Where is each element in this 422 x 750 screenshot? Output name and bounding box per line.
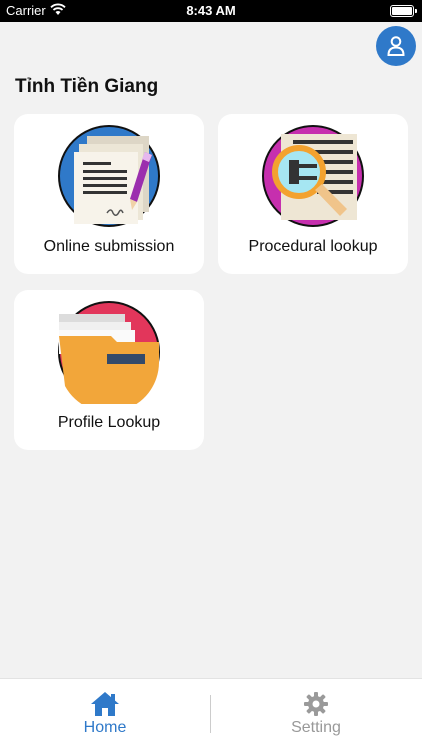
tab-setting[interactable]: Setting — [211, 679, 421, 750]
status-bar: Carrier 8:43 AM — [0, 0, 422, 22]
online-submission-card[interactable]: Online submission — [14, 114, 204, 274]
document-pen-icon — [58, 125, 160, 227]
battery-icon — [390, 5, 417, 17]
profile-lookup-label: Profile Lookup — [57, 414, 161, 431]
clock: 8:43 AM — [186, 3, 236, 18]
page-title: Tỉnh Tiền Giang — [15, 76, 159, 97]
gear-icon — [304, 692, 328, 716]
procedural-lookup-label: Procedural lookup — [248, 238, 378, 255]
magnifier-document-icon — [262, 125, 364, 227]
profile-lookup-card[interactable]: Profile Lookup — [14, 290, 204, 450]
profile-button[interactable] — [376, 26, 416, 66]
folder-icon — [58, 301, 160, 404]
home-icon — [91, 692, 119, 716]
tab-home-label: Home — [83, 719, 127, 736]
app-screen: Carrier 8:43 AM Tỉnh Tiền Giang Online s… — [0, 0, 422, 750]
online-submission-label: Online submission — [43, 238, 175, 255]
bottom-tab-bar: Home Setting — [0, 678, 422, 750]
procedural-lookup-card[interactable]: Procedural lookup — [218, 114, 408, 274]
tab-setting-label: Setting — [291, 719, 341, 736]
tab-home[interactable]: Home — [0, 679, 210, 750]
user-icon — [387, 36, 405, 56]
